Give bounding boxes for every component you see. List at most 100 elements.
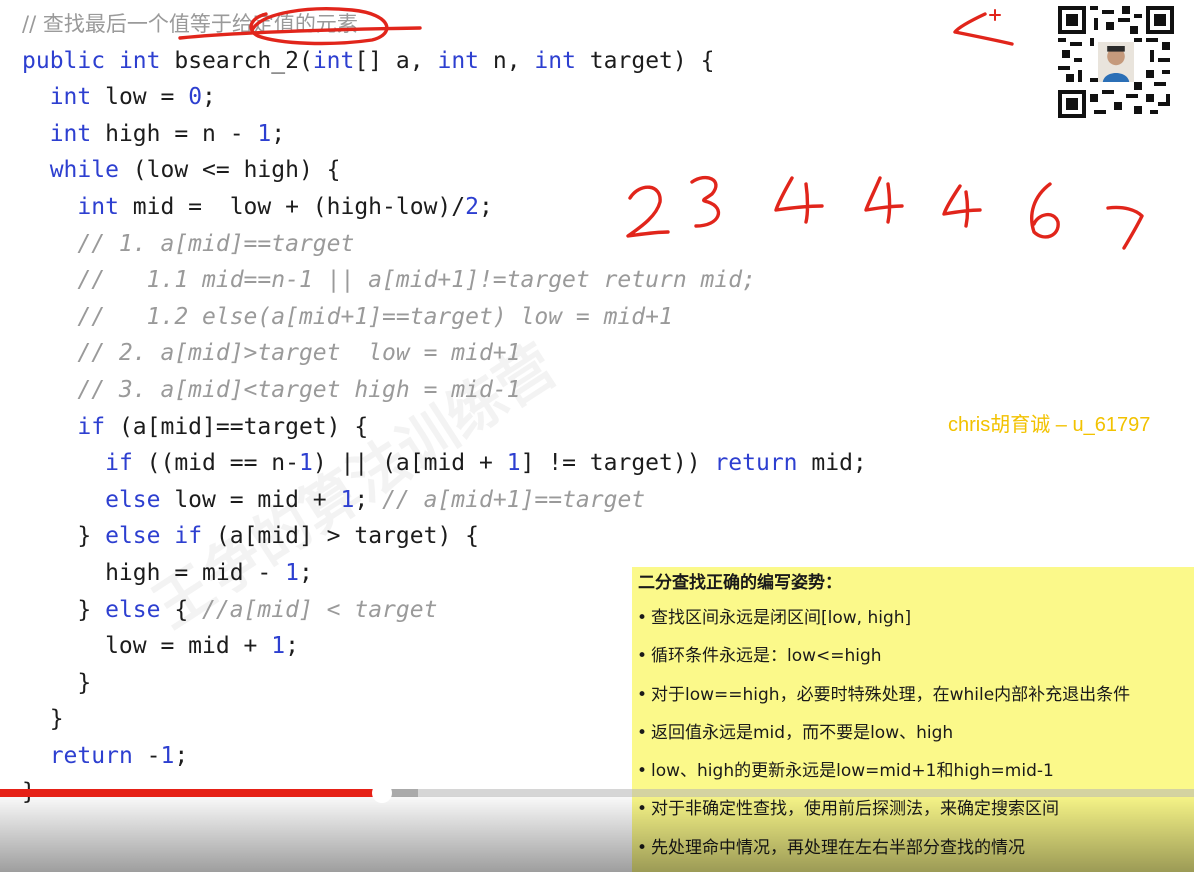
- code-line: // 1.1 mid==n-1 || a[mid+1]!=target retu…: [22, 262, 867, 299]
- note-list-item: • 先处理命中情况，再处理在左右半部分查找的情况: [632, 829, 1194, 867]
- ink-digit-7: [1106, 205, 1144, 250]
- code-line: public int bsearch_2(int[] a, int n, int…: [22, 43, 867, 80]
- note-item-text: 循环条件永远是：low<=high: [651, 646, 882, 667]
- code-text: }: [22, 596, 106, 623]
- qr-code-image: [1058, 6, 1174, 118]
- code-text: high = n -: [91, 120, 258, 147]
- code-text: ;: [174, 742, 189, 769]
- code-line: } else if (a[mid] > target) {: [22, 518, 867, 555]
- code-number: 1: [340, 486, 355, 513]
- note-item-text: 返回值永远是mid，而不要是low、high: [651, 722, 954, 743]
- code-title-comment: // 查找最后一个值等于给定值的元素: [22, 6, 867, 43]
- code-line: while (low <= high) {: [22, 152, 867, 189]
- code-number: 1: [257, 120, 272, 147]
- ink-digit-4c: [942, 184, 982, 228]
- code-text: (low <= high) {: [118, 157, 341, 184]
- code-keyword: public: [22, 47, 106, 74]
- code-keyword: return: [49, 742, 133, 769]
- note-list-item: • 对于low==high，必要时特殊处理，在while内部补充退出条件: [632, 676, 1194, 714]
- code-text: ] != target)): [520, 450, 715, 477]
- code-keyword: int: [49, 84, 92, 111]
- code-text: }: [22, 669, 92, 696]
- bullet-icon: •: [637, 722, 648, 743]
- bullet-icon: •: [637, 684, 648, 705]
- code-keyword: int: [534, 47, 576, 74]
- note-list-item: • 循环条件永远是：low<=high: [632, 637, 1194, 675]
- note-item-text: 对于low==high，必要时特殊处理，在while内部补充退出条件: [651, 684, 1131, 705]
- code-keyword: else: [105, 523, 161, 550]
- code-text: ((mid == n-: [132, 450, 299, 477]
- code-text: mid = low + (high-low)/: [118, 193, 466, 220]
- code-text: mid;: [797, 450, 867, 477]
- uploader-credit: chris胡育诚 – u_61797: [948, 414, 1151, 436]
- bullet-icon: •: [637, 837, 648, 858]
- note-item-text: 对于非确定性查找，使用前后探测法，来确定搜索区间: [651, 799, 1059, 820]
- code-keyword: if: [105, 450, 133, 477]
- summary-note-box: 二分查找正确的编写姿势： • 查找区间永远是闭区间[low, high] • 循环条件…: [632, 567, 1194, 872]
- code-keyword: else: [105, 486, 161, 513]
- code-text: n,: [479, 47, 535, 74]
- title-comment-text: // 查找最后一个值等于给定值的元素: [22, 12, 358, 36]
- code-keyword: if: [174, 523, 203, 550]
- code-text: ;: [202, 84, 216, 111]
- code-text: ;: [354, 486, 383, 513]
- code-line: int mid = low + (high-low)/2;: [22, 189, 867, 226]
- code-number: 1: [506, 450, 521, 477]
- bullet-icon: •: [637, 761, 648, 782]
- code-line: else low = mid + 1; // a[mid+1]==target: [22, 482, 867, 519]
- code-comment: // 1.1 mid==n-1 || a[mid+1]!=target retu…: [77, 267, 756, 294]
- code-comment: // 1. a[mid]==target: [77, 230, 355, 257]
- code-keyword: int: [118, 47, 161, 74]
- code-line: // 1. a[mid]==target: [22, 226, 867, 263]
- code-comment: // a[mid+1]==target: [382, 486, 646, 513]
- bullet-icon: •: [637, 646, 648, 667]
- code-keyword: int: [437, 47, 480, 74]
- code-text: -: [132, 742, 161, 769]
- code-line: // 2. a[mid]>target low = mid+1: [22, 335, 867, 372]
- progress-played: [0, 789, 383, 797]
- ink-plus: [989, 9, 1001, 21]
- code-text: target) {: [575, 47, 715, 74]
- code-number: 2: [465, 193, 479, 220]
- note-list: • 查找区间永远是闭区间[low, high] • 循环条件永远是：low<=high…: [632, 599, 1194, 867]
- code-number: 1: [271, 633, 286, 660]
- code-comment: // 2. a[mid]>target low = mid+1: [77, 340, 521, 367]
- note-item-text: 先处理命中情况，再处理在左右半部分查找的情况: [651, 837, 1025, 858]
- code-line: if ((mid == n-1) || (a[mid + 1] != targe…: [22, 445, 867, 482]
- code-line: int low = 0;: [22, 79, 867, 116]
- code-keyword: int: [312, 47, 355, 74]
- code-text: (a[mid] > target) {: [202, 523, 479, 550]
- code-line: // 3. a[mid]<target high = mid-1: [22, 372, 867, 409]
- code-text: ;: [285, 633, 299, 660]
- note-title: 二分查找正确的编写姿势：: [638, 573, 842, 593]
- note-list-item: • 返回值永远是mid，而不要是low、high: [632, 714, 1194, 752]
- code-comment: // 3. a[mid]<target high = mid-1: [77, 376, 521, 403]
- code-keyword: int: [77, 193, 119, 220]
- code-number: 0: [188, 84, 203, 111]
- code-text: {: [160, 596, 203, 623]
- note-item-text: low、high的更新永远是low=mid+1和high=mid-1: [651, 761, 1054, 782]
- ink-digit-6: [1030, 182, 1060, 239]
- code-text: ;: [478, 193, 493, 220]
- code-keyword: else: [105, 596, 161, 623]
- note-list-item: • 查找区间永远是闭区间[low, high]: [632, 599, 1194, 637]
- code-text: (a[mid]==target) {: [105, 413, 369, 440]
- code-text: low = mid +: [160, 486, 341, 513]
- code-line: int high = n - 1;: [22, 116, 867, 153]
- code-text: [] a,: [354, 47, 438, 74]
- code-text: low = mid +: [22, 633, 272, 660]
- progress-scrubber-handle[interactable]: [372, 783, 393, 803]
